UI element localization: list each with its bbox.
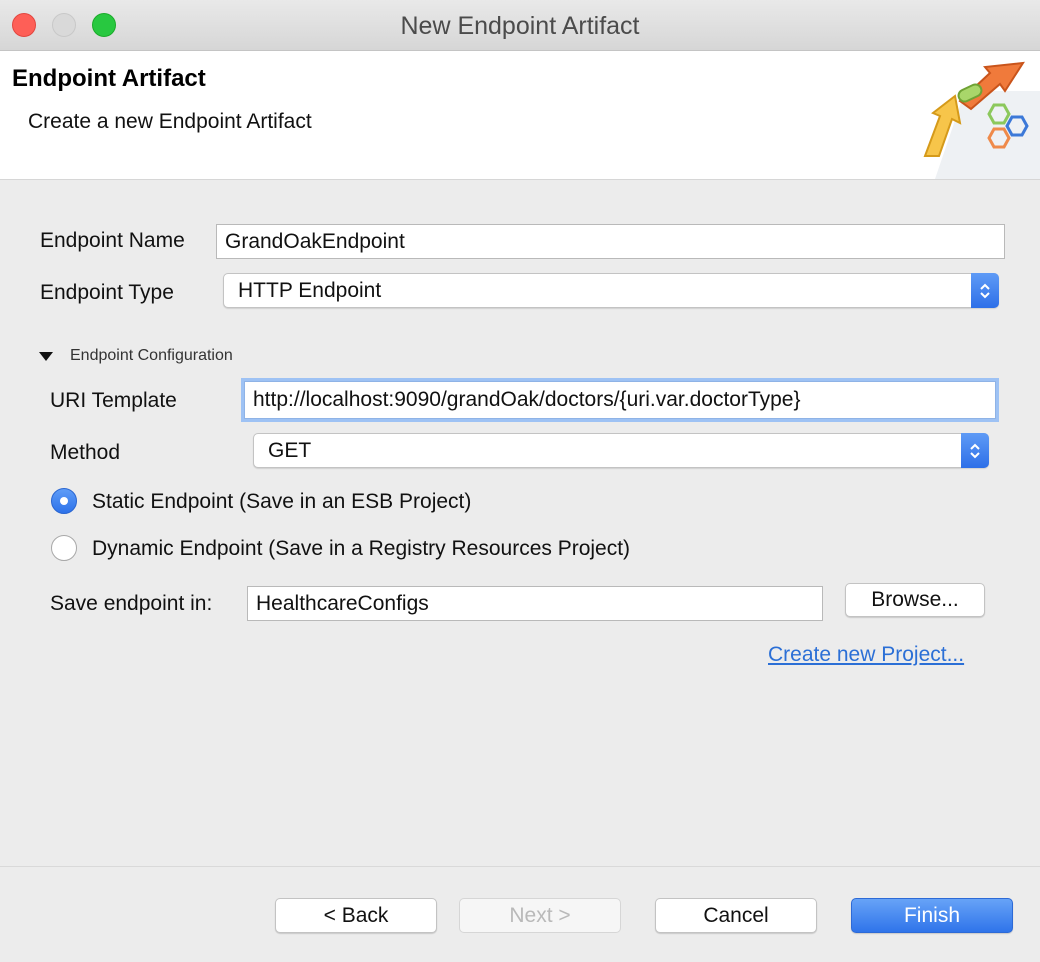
method-label: Method [50, 441, 121, 464]
browse-button[interactable]: Browse... [845, 583, 985, 617]
wizard-header: Endpoint Artifact Create a new Endpoint … [0, 51, 1040, 180]
method-select[interactable]: GET [253, 433, 989, 468]
window-titlebar: New Endpoint Artifact [0, 0, 1040, 51]
dynamic-endpoint-radio[interactable] [51, 535, 77, 561]
page-title: Endpoint Artifact [12, 65, 206, 92]
collapse-triangle-icon[interactable] [38, 350, 54, 362]
cancel-button[interactable]: Cancel [655, 898, 817, 933]
chevron-up-down-icon [971, 273, 999, 308]
finish-button[interactable]: Finish [851, 898, 1013, 933]
endpoint-configuration-heading[interactable]: Endpoint Configuration [70, 347, 233, 365]
create-new-project-link[interactable]: Create new Project... [768, 643, 964, 667]
endpoint-type-select[interactable]: HTTP Endpoint [223, 273, 999, 308]
uri-template-label: URI Template [50, 389, 177, 412]
dynamic-endpoint-label[interactable]: Dynamic Endpoint (Save in a Registry Res… [92, 537, 630, 561]
endpoint-name-value: GrandOakEndpoint [225, 229, 405, 253]
endpoint-name-input[interactable]: GrandOakEndpoint [216, 224, 1005, 259]
static-endpoint-radio[interactable] [51, 488, 77, 514]
endpoint-type-value: HTTP Endpoint [238, 278, 382, 302]
method-value: GET [268, 438, 312, 462]
back-button[interactable]: < Back [275, 898, 437, 933]
chevron-up-down-icon [961, 433, 989, 468]
endpoint-type-label: Endpoint Type [40, 281, 174, 304]
static-endpoint-label[interactable]: Static Endpoint (Save in an ESB Project) [92, 490, 471, 514]
footer-divider [0, 866, 1040, 867]
window-title: New Endpoint Artifact [400, 12, 640, 40]
endpoint-name-label: Endpoint Name [40, 229, 185, 252]
uri-template-input[interactable]: http://localhost:9090/grandOak/doctors/{… [244, 381, 996, 419]
save-endpoint-value: HealthcareConfigs [256, 591, 429, 615]
save-endpoint-label: Save endpoint in: [50, 592, 213, 615]
save-endpoint-input[interactable]: HealthcareConfigs [247, 586, 823, 621]
uri-template-value: http://localhost:9090/grandOak/doctors/{… [253, 388, 801, 411]
next-button[interactable]: Next > [459, 898, 621, 933]
page-subtitle: Create a new Endpoint Artifact [28, 110, 312, 133]
wizard-arrow-graphic-icon [923, 61, 1040, 179]
